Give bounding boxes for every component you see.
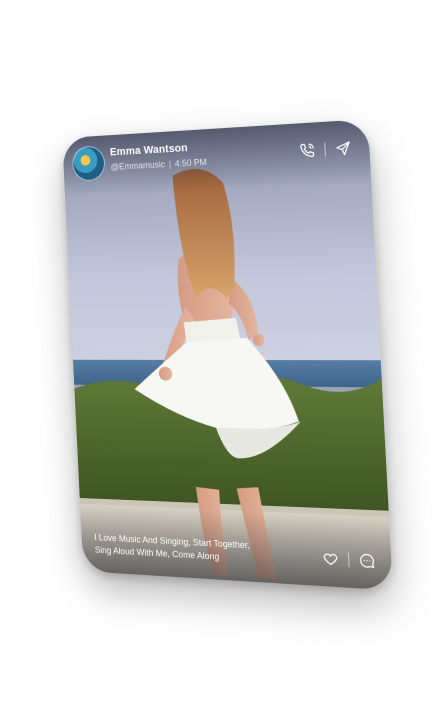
stage: Emma Wantson @Emmamusic | 4:50 PM I Love… xyxy=(0,0,440,723)
post-time: 4:50 PM xyxy=(175,157,208,169)
header-divider xyxy=(324,142,326,156)
footer-actions xyxy=(321,549,377,571)
user-meta: @Emmamusic | 4:50 PM xyxy=(110,157,207,172)
meta-separator: | xyxy=(169,159,172,169)
header-actions xyxy=(298,139,354,160)
post-caption: I Love Music And Singing, Start Together… xyxy=(94,531,256,565)
footer-divider xyxy=(348,553,350,568)
user-handle[interactable]: @Emmamusic xyxy=(110,159,165,172)
avatar[interactable] xyxy=(72,145,106,181)
chat-bubble-icon xyxy=(358,552,376,570)
heart-icon xyxy=(322,550,339,567)
user-name[interactable]: Emma Wantson xyxy=(110,142,188,158)
send-icon xyxy=(334,140,351,157)
share-button[interactable] xyxy=(333,139,353,159)
post-card[interactable]: Emma Wantson @Emmamusic | 4:50 PM I Love… xyxy=(62,119,393,590)
comment-button[interactable] xyxy=(357,551,377,571)
phone-icon xyxy=(299,142,316,159)
call-button[interactable] xyxy=(298,141,317,160)
like-button[interactable] xyxy=(321,549,341,569)
post-footer: I Love Music And Singing, Start Together… xyxy=(80,504,393,591)
